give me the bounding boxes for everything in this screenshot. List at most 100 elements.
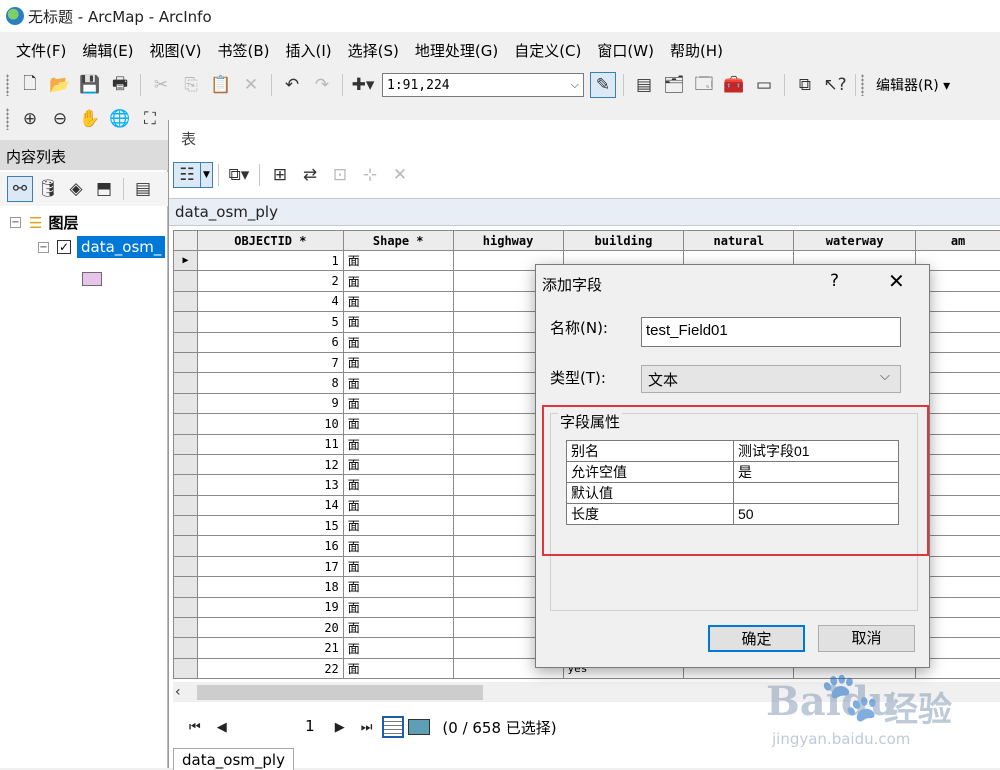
list-by-selection-icon[interactable]: ⬒ bbox=[91, 176, 117, 202]
next-record-icon[interactable]: ▶ bbox=[335, 720, 345, 735]
shape-cell[interactable]: 面 bbox=[343, 658, 453, 678]
python-window-icon[interactable]: ▭ bbox=[751, 72, 777, 98]
save-icon[interactable]: 💾 bbox=[77, 72, 103, 98]
column-header[interactable]: waterway bbox=[794, 231, 916, 251]
objectid-cell[interactable]: 15 bbox=[197, 516, 343, 536]
objectid-cell[interactable]: 11 bbox=[197, 434, 343, 454]
search-window-icon[interactable]: 🗔 bbox=[691, 72, 717, 98]
shape-cell[interactable]: 面 bbox=[343, 597, 453, 617]
objectid-cell[interactable]: 12 bbox=[197, 454, 343, 474]
cut-icon[interactable]: ✂ bbox=[148, 72, 174, 98]
objectid-cell[interactable]: 8 bbox=[197, 373, 343, 393]
objectid-cell[interactable]: 20 bbox=[197, 618, 343, 638]
shape-cell[interactable]: 面 bbox=[343, 251, 453, 271]
row-selector[interactable] bbox=[174, 312, 198, 332]
menu-geoprocessing[interactable]: 地理处理(G) bbox=[415, 40, 498, 61]
scroll-left-icon[interactable]: ‹ bbox=[175, 684, 181, 700]
column-header[interactable]: natural bbox=[684, 231, 794, 251]
row-selector[interactable] bbox=[174, 577, 198, 597]
new-document-icon[interactable]: 🗋 bbox=[17, 72, 43, 98]
objectid-cell[interactable]: 18 bbox=[197, 577, 343, 597]
objectid-cell[interactable]: 1 bbox=[197, 251, 343, 271]
select-by-attributes-icon[interactable]: ⊞ bbox=[267, 162, 293, 188]
list-by-drawing-order-icon[interactable]: ⚯ bbox=[7, 176, 33, 202]
add-data-icon[interactable]: ✚▾ bbox=[350, 72, 376, 98]
model-builder-icon[interactable]: ⧉ bbox=[792, 72, 818, 98]
row-selector[interactable] bbox=[174, 434, 198, 454]
ok-button[interactable]: 确定 bbox=[708, 625, 805, 652]
shape-cell[interactable]: 面 bbox=[343, 352, 453, 372]
row-selector[interactable] bbox=[174, 658, 198, 678]
objectid-cell[interactable]: 22 bbox=[197, 658, 343, 678]
list-by-visibility-icon[interactable]: ◈ bbox=[63, 176, 89, 202]
objectid-cell[interactable]: 4 bbox=[197, 291, 343, 311]
fixed-zoom-in-icon[interactable]: ⛶ bbox=[137, 106, 163, 132]
shape-cell[interactable]: 面 bbox=[343, 556, 453, 576]
objectid-cell[interactable]: 17 bbox=[197, 556, 343, 576]
editor-toolbar-icon[interactable]: ✎ bbox=[590, 72, 616, 98]
delete-icon[interactable]: ✕ bbox=[238, 72, 264, 98]
close-icon[interactable]: ✕ bbox=[888, 269, 905, 293]
objectid-cell[interactable]: 5 bbox=[197, 312, 343, 332]
paste-icon[interactable]: 📋 bbox=[208, 72, 234, 98]
menu-bookmarks[interactable]: 书签(B) bbox=[218, 40, 270, 61]
menu-view[interactable]: 视图(V) bbox=[150, 40, 202, 61]
shape-cell[interactable]: 面 bbox=[343, 312, 453, 332]
menu-insert[interactable]: 插入(I) bbox=[286, 40, 332, 61]
menu-help[interactable]: 帮助(H) bbox=[670, 40, 723, 61]
row-selector[interactable] bbox=[174, 454, 198, 474]
first-record-icon[interactable]: ⏮ bbox=[189, 720, 201, 735]
column-header[interactable]: highway bbox=[453, 231, 563, 251]
chevron-down-icon[interactable]: ⌵ bbox=[880, 369, 890, 384]
objectid-cell[interactable]: 10 bbox=[197, 414, 343, 434]
layer-visibility-checkbox[interactable]: ✓ bbox=[57, 240, 71, 254]
menu-customize[interactable]: 自定义(C) bbox=[514, 40, 581, 61]
shape-cell[interactable]: 面 bbox=[343, 475, 453, 495]
shape-cell[interactable]: 面 bbox=[343, 291, 453, 311]
column-header[interactable]: am bbox=[916, 231, 1000, 251]
shape-cell[interactable]: 面 bbox=[343, 618, 453, 638]
last-record-icon[interactable]: ⏭ bbox=[361, 720, 373, 735]
column-header[interactable]: OBJECTID * bbox=[197, 231, 343, 251]
objectid-cell[interactable]: 7 bbox=[197, 352, 343, 372]
row-selector[interactable] bbox=[174, 597, 198, 617]
objectid-cell[interactable]: 2 bbox=[197, 271, 343, 291]
field-type-select[interactable]: 文本 ⌵ bbox=[641, 365, 901, 393]
editor-menu-button[interactable]: 编辑器(R) ▾ bbox=[876, 75, 950, 95]
options-icon[interactable]: ▤ bbox=[130, 176, 156, 202]
scrollbar-thumb[interactable] bbox=[197, 685, 483, 700]
shape-cell[interactable]: 面 bbox=[343, 638, 453, 658]
row-selector-header[interactable] bbox=[174, 231, 198, 251]
row-selector[interactable] bbox=[174, 332, 198, 352]
whats-this-help-icon[interactable]: ↖? bbox=[822, 72, 848, 98]
print-icon[interactable]: 🖶 bbox=[107, 72, 133, 98]
row-selector[interactable] bbox=[174, 638, 198, 658]
field-name-input[interactable]: test_Field01 bbox=[641, 317, 901, 347]
toolbar-grip[interactable] bbox=[6, 108, 9, 130]
toolbar-grip[interactable] bbox=[6, 74, 9, 96]
table-of-contents-icon[interactable]: ▤ bbox=[631, 72, 657, 98]
shape-cell[interactable]: 面 bbox=[343, 373, 453, 393]
row-selector[interactable] bbox=[174, 475, 198, 495]
arctoolbox-icon[interactable]: 🧰 bbox=[721, 72, 747, 98]
row-selector[interactable] bbox=[174, 516, 198, 536]
catalog-window-icon[interactable]: 🗂 bbox=[661, 72, 687, 98]
shape-cell[interactable]: 面 bbox=[343, 495, 453, 515]
list-by-source-icon[interactable]: 🛢 bbox=[35, 176, 61, 202]
show-all-records-icon[interactable] bbox=[382, 716, 404, 738]
row-selector[interactable] bbox=[174, 271, 198, 291]
column-header[interactable]: building bbox=[563, 231, 684, 251]
zoom-to-selected-icon[interactable]: ⊹ bbox=[357, 162, 383, 188]
pan-hand-icon[interactable]: ✋ bbox=[77, 106, 103, 132]
row-selector[interactable] bbox=[174, 618, 198, 638]
objectid-cell[interactable]: 6 bbox=[197, 332, 343, 352]
shape-cell[interactable]: 面 bbox=[343, 434, 453, 454]
row-selector[interactable] bbox=[174, 393, 198, 413]
layer-symbol-swatch[interactable] bbox=[82, 272, 102, 286]
delete-selected-icon[interactable]: ✕ bbox=[387, 162, 413, 188]
collapse-icon[interactable]: − bbox=[38, 242, 49, 253]
toc-layers-node[interactable]: − ☰ 图层 bbox=[10, 212, 78, 233]
objectid-cell[interactable]: 19 bbox=[197, 597, 343, 617]
objectid-cell[interactable]: 14 bbox=[197, 495, 343, 515]
shape-cell[interactable]: 面 bbox=[343, 414, 453, 434]
